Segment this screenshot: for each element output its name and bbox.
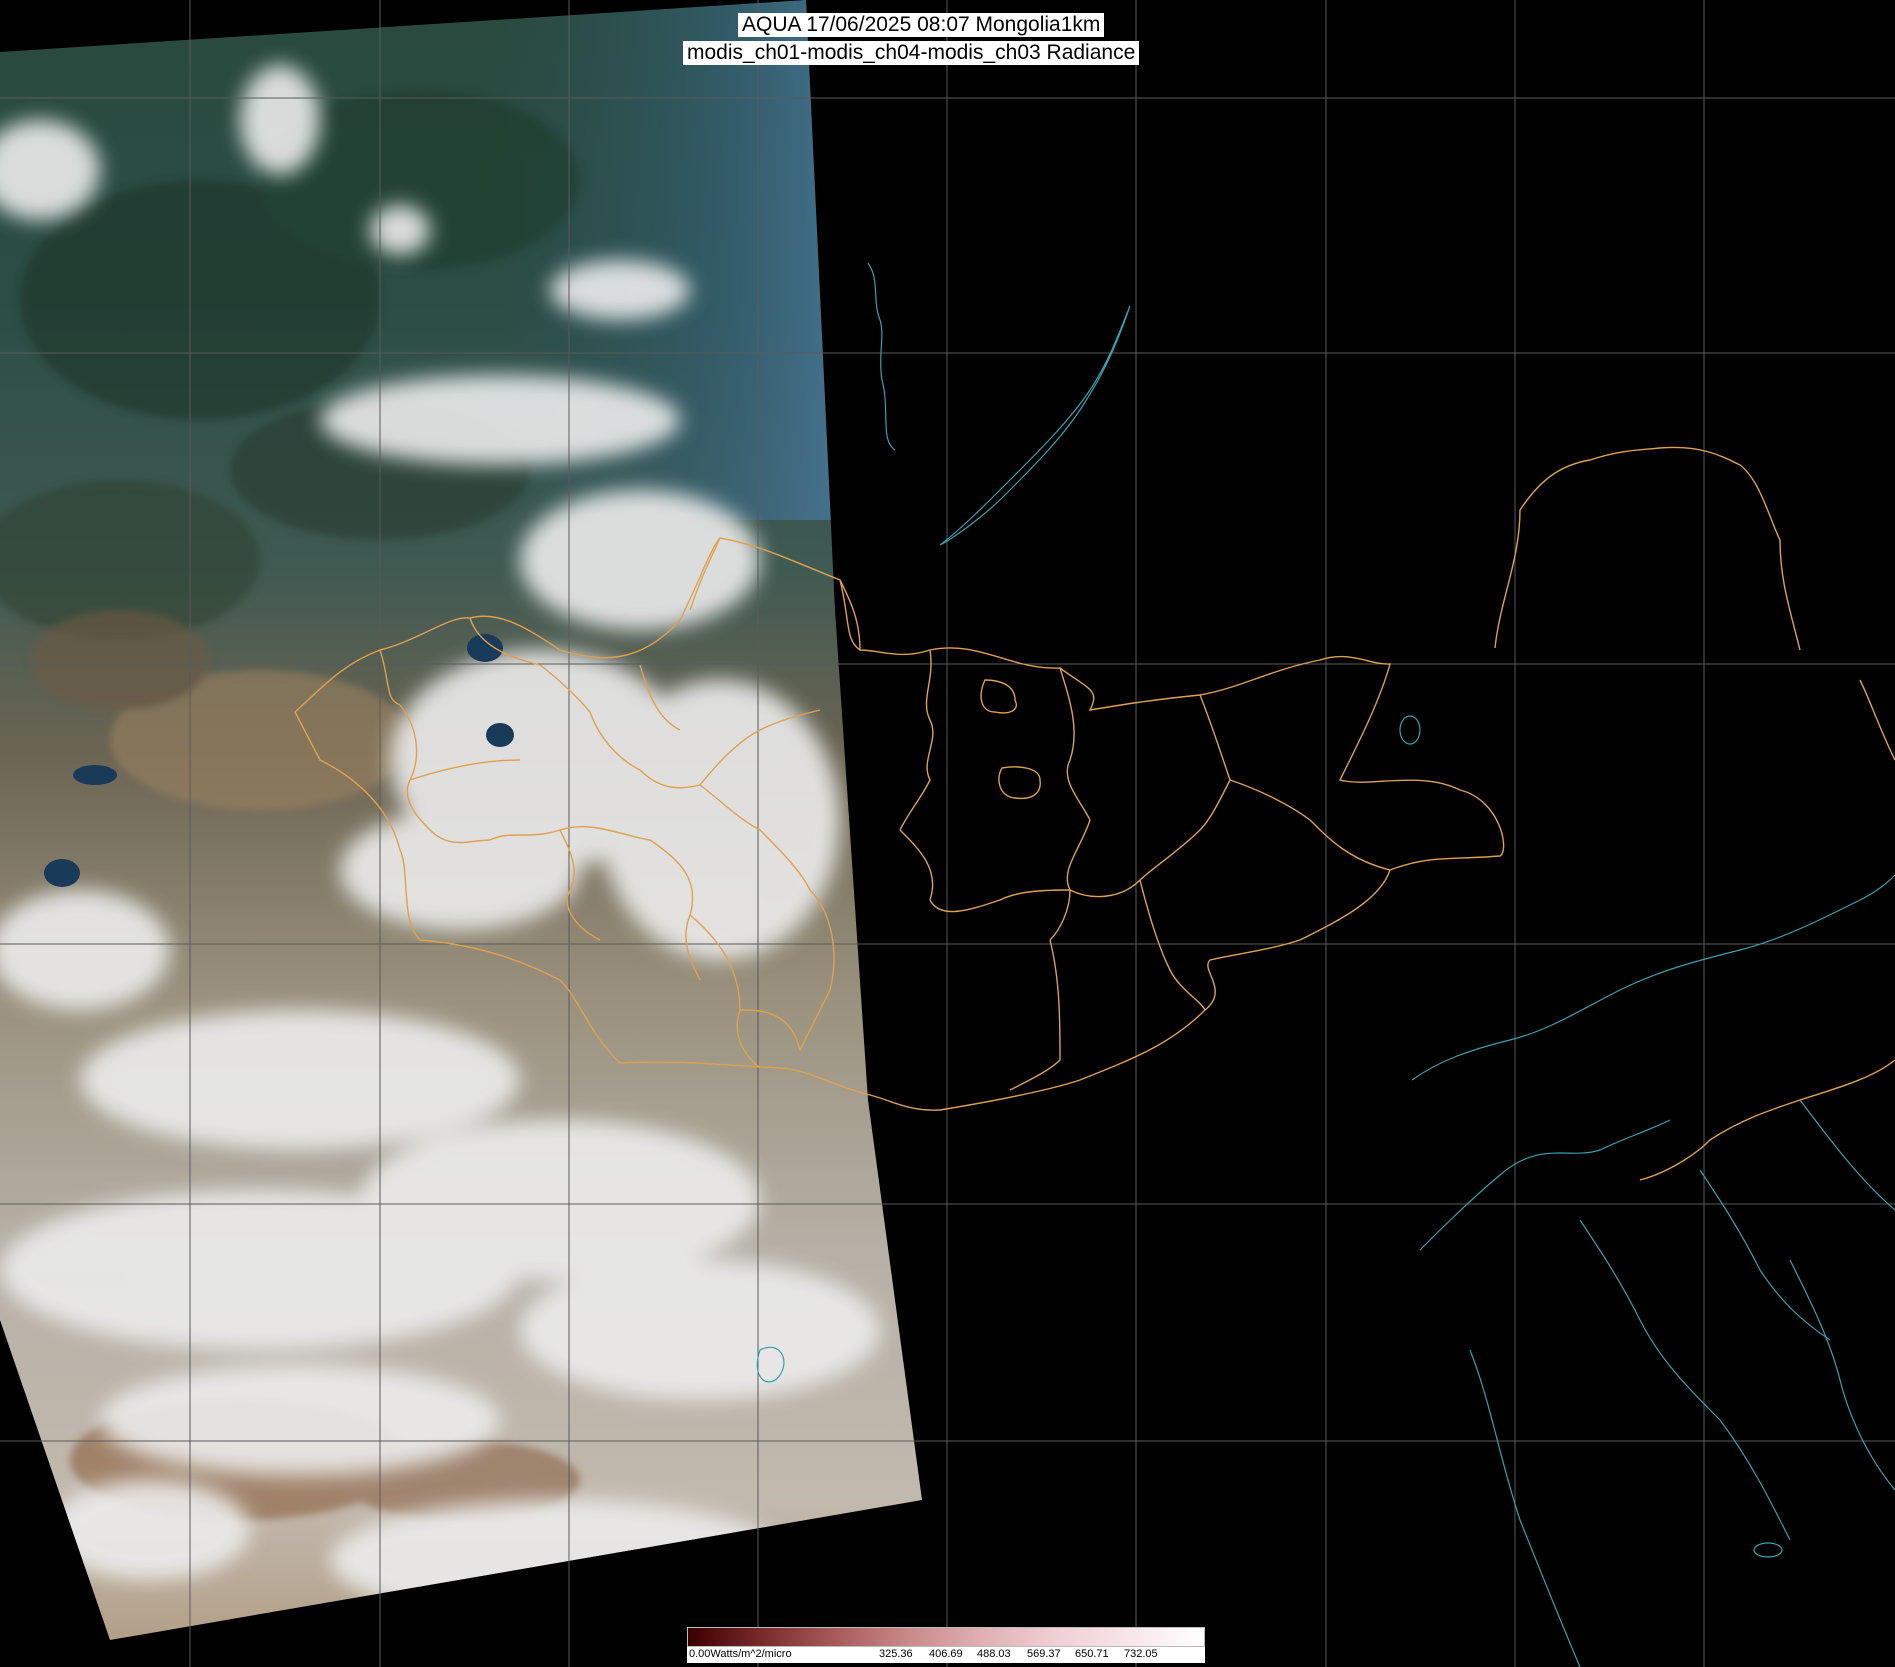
colorbar-tick-label: 650.71 <box>1075 1648 1109 1660</box>
map-title-line-2: modis_ch01-modis_ch04-modis_ch03 Radianc… <box>683 41 1140 65</box>
satellite-swath <box>0 0 922 1640</box>
map-title-line-1: AQUA 17/06/2025 08:07 Mongolia1km <box>738 13 1105 37</box>
colorbar-legend: 0.00Watts/m^2/micro 325.36 406.69 488.03… <box>687 1627 1205 1667</box>
colorbar-tick-label: 325.36 <box>879 1648 913 1660</box>
colorbar-tick-label: 732.05 <box>1124 1648 1158 1660</box>
colorbar-tick-label: 569.37 <box>1027 1648 1061 1660</box>
colorbar-gradient <box>687 1627 1205 1647</box>
colorbar-tick-label: 406.69 <box>929 1648 963 1660</box>
colorbar-tick-label: 488.03 <box>977 1648 1011 1660</box>
satellite-map <box>0 0 1895 1667</box>
colorbar-labels: 0.00Watts/m^2/micro 325.36 406.69 488.03… <box>687 1647 1205 1663</box>
colorbar-min-label: 0.00Watts/m^2/micro <box>689 1648 792 1660</box>
